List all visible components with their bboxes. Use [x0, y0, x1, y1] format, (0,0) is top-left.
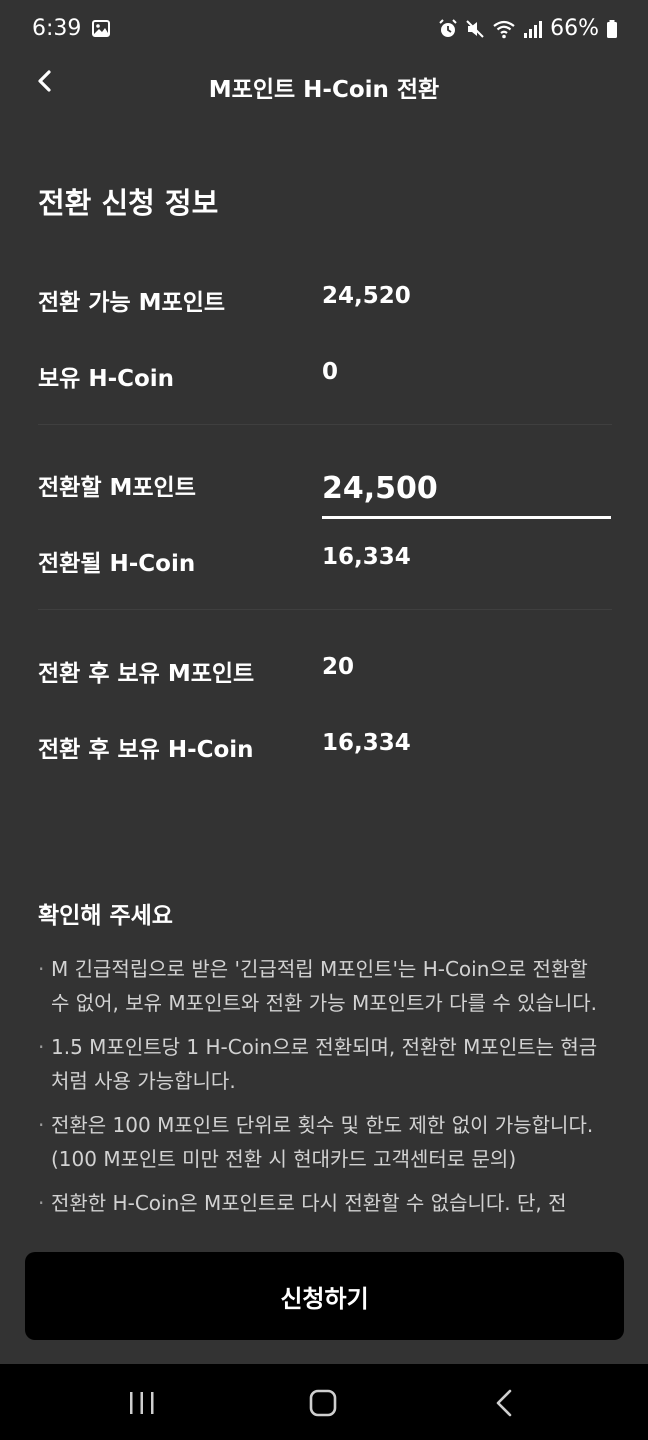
- wifi-icon: [493, 20, 515, 38]
- battery-icon: [607, 19, 617, 38]
- back-nav-icon[interactable]: [485, 1386, 525, 1420]
- after-hcoin-label: 전환 후 보유 H-Coin: [38, 737, 254, 763]
- app-header: M포인트 H-Coin 전환: [0, 58, 648, 114]
- available-points-label: 전환 가능 M포인트: [38, 290, 226, 316]
- notice-title: 확인해 주세요: [38, 903, 173, 929]
- notice-item: 1.5 M포인트당 1 H-Coin으로 전환되며, 전환한 M포인트는 현금처…: [38, 1030, 612, 1098]
- gallery-notification-icon: [92, 20, 110, 37]
- notice-item: 전환은 100 M포인트 단위로 횟수 및 한도 제한 없이 가능합니다.(10…: [38, 1108, 612, 1176]
- recent-apps-icon[interactable]: [122, 1386, 162, 1420]
- notice-item: 전환한 H-Coin은 M포인트로 다시 전환할 수 없습니다. 단, 전: [38, 1186, 612, 1220]
- signal-icon: [524, 20, 543, 38]
- available-points-value: 24,520: [322, 283, 411, 309]
- divider: [38, 424, 612, 425]
- after-hcoin-row: 전환 후 보유 H-Coin 16,334: [38, 730, 612, 770]
- system-nav-bar: [0, 1364, 648, 1440]
- divider: [38, 609, 612, 610]
- converted-hcoin-value: 16,334: [322, 544, 411, 570]
- convert-points-input[interactable]: [322, 460, 611, 519]
- owned-hcoin-row: 보유 H-Coin 0: [38, 359, 612, 399]
- alarm-icon: [439, 18, 457, 37]
- status-bar: 6:39 66%: [0, 0, 648, 58]
- section-title: 전환 신청 정보: [38, 186, 219, 220]
- after-points-row: 전환 후 보유 M포인트 20: [38, 654, 612, 694]
- owned-hcoin-value: 0: [322, 359, 339, 385]
- available-points-row: 전환 가능 M포인트 24,520: [38, 283, 612, 323]
- status-icons: 66%: [438, 16, 618, 41]
- converted-hcoin-label: 전환될 H-Coin: [38, 551, 196, 577]
- owned-hcoin-label: 보유 H-Coin: [38, 366, 175, 392]
- home-icon[interactable]: [303, 1386, 343, 1420]
- convert-points-label: 전환할 M포인트: [38, 475, 196, 501]
- after-hcoin-value: 16,334: [322, 730, 411, 756]
- notice-item: M 긴급적립으로 받은 '긴급적립 M포인트'는 H-Coin으로 전환할 수 …: [38, 952, 612, 1020]
- battery-percent: 66%: [550, 16, 599, 41]
- after-points-value: 20: [322, 654, 355, 680]
- page-title: M포인트 H-Coin 전환: [208, 77, 440, 103]
- mute-icon: [466, 19, 484, 38]
- submit-button[interactable]: 신청하기: [25, 1252, 624, 1340]
- converted-hcoin-row: 전환될 H-Coin 16,334: [38, 544, 612, 584]
- notice-list: M 긴급적립으로 받은 '긴급적립 M포인트'는 H-Coin으로 전환할 수 …: [38, 952, 612, 1230]
- status-time: 6:39: [32, 16, 82, 41]
- after-points-label: 전환 후 보유 M포인트: [38, 661, 255, 687]
